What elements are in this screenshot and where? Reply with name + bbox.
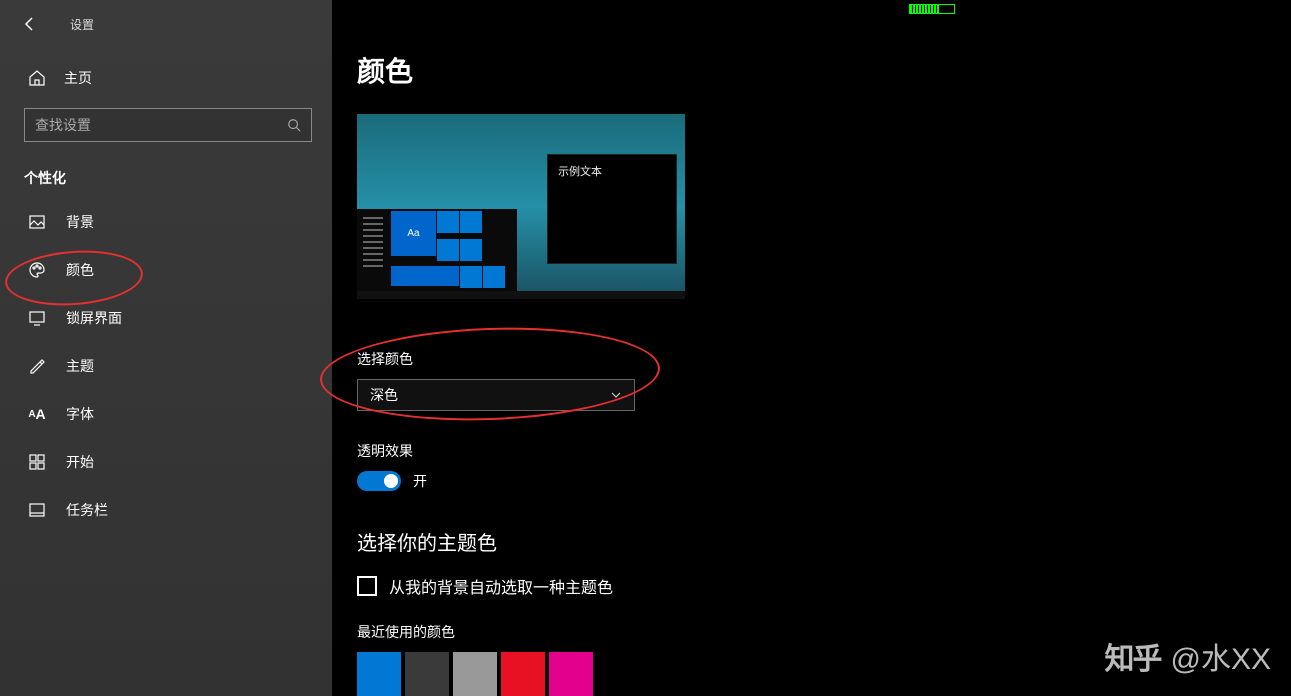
lockscreen-icon <box>28 309 46 327</box>
sidebar-item-taskbar[interactable]: 任务栏 <box>0 486 332 534</box>
sidebar-item-lockscreen[interactable]: 锁屏界面 <box>0 294 332 342</box>
sidebar-item-label: 颜色 <box>66 260 94 280</box>
color-swatch[interactable] <box>549 652 593 696</box>
app-title: 设置 <box>70 16 94 33</box>
color-swatch[interactable] <box>357 652 401 696</box>
home-button[interactable]: 主页 <box>0 58 332 98</box>
search-icon <box>287 118 301 132</box>
watermark-author: @水XX <box>1171 634 1271 678</box>
preview-tile: Aa <box>391 211 436 256</box>
sidebar-item-background[interactable]: 背景 <box>0 198 332 246</box>
home-label: 主页 <box>64 68 92 88</box>
sidebar-item-label: 主题 <box>66 356 94 376</box>
image-icon <box>28 213 46 231</box>
auto-pick-label: 从我的背景自动选取一种主题色 <box>389 574 613 598</box>
zhihu-logo-icon: 知乎 <box>1105 634 1161 678</box>
color-swatch[interactable] <box>453 652 497 696</box>
sidebar-item-colors[interactable]: 颜色 <box>0 246 332 294</box>
accent-section-title: 选择你的主题色 <box>357 527 1291 556</box>
color-swatch[interactable] <box>405 652 449 696</box>
preview-taskbar <box>357 291 685 299</box>
main-panel: 颜色 Aa 示例文本 选择颜色 深色 透明效果 <box>332 0 1291 696</box>
sidebar-item-label: 字体 <box>66 404 94 424</box>
sidebar-item-fonts[interactable]: AA 字体 <box>0 390 332 438</box>
page-title: 颜色 <box>357 50 1291 90</box>
toggle-knob <box>384 474 398 488</box>
sidebar: 设置 主页 个性化 背景 颜色 锁屏界面 主题 AA 字体 开始 任务栏 <box>0 0 332 696</box>
auto-pick-checkbox[interactable] <box>357 576 377 596</box>
palette-icon <box>28 261 46 279</box>
preview-sample-text: 示例文本 <box>558 163 666 179</box>
home-icon <box>28 69 46 87</box>
watermark: 知乎 知乎 @水XX @水XX <box>1105 634 1271 678</box>
battery-indicator <box>909 4 955 14</box>
color-swatch[interactable] <box>501 652 545 696</box>
sidebar-item-start[interactable]: 开始 <box>0 438 332 486</box>
transparency-toggle[interactable] <box>357 471 401 491</box>
choose-color-label: 选择颜色 <box>357 349 1291 369</box>
sidebar-item-label: 任务栏 <box>66 500 108 520</box>
taskbar-icon <box>28 501 46 519</box>
sidebar-item-label: 锁屏界面 <box>66 308 122 328</box>
search-input[interactable] <box>35 117 287 133</box>
category-label: 个性化 <box>0 154 332 198</box>
choose-color-select[interactable]: 深色 <box>357 379 635 411</box>
transparency-value: 开 <box>413 471 427 491</box>
sidebar-item-label: 开始 <box>66 452 94 472</box>
start-icon <box>28 453 46 471</box>
color-preview: Aa 示例文本 <box>357 114 685 299</box>
search-box[interactable] <box>24 108 312 142</box>
preview-window: 示例文本 <box>547 154 677 264</box>
choose-color-value: 深色 <box>370 385 398 405</box>
transparency-label: 透明效果 <box>357 441 1291 461</box>
chevron-down-icon <box>610 389 622 401</box>
header-row: 设置 <box>0 0 332 48</box>
theme-icon <box>28 357 46 375</box>
preview-startmenu: Aa <box>357 209 517 299</box>
back-icon[interactable] <box>22 16 38 32</box>
sidebar-item-label: 背景 <box>66 212 94 232</box>
font-icon: AA <box>28 405 46 423</box>
sidebar-item-themes[interactable]: 主题 <box>0 342 332 390</box>
